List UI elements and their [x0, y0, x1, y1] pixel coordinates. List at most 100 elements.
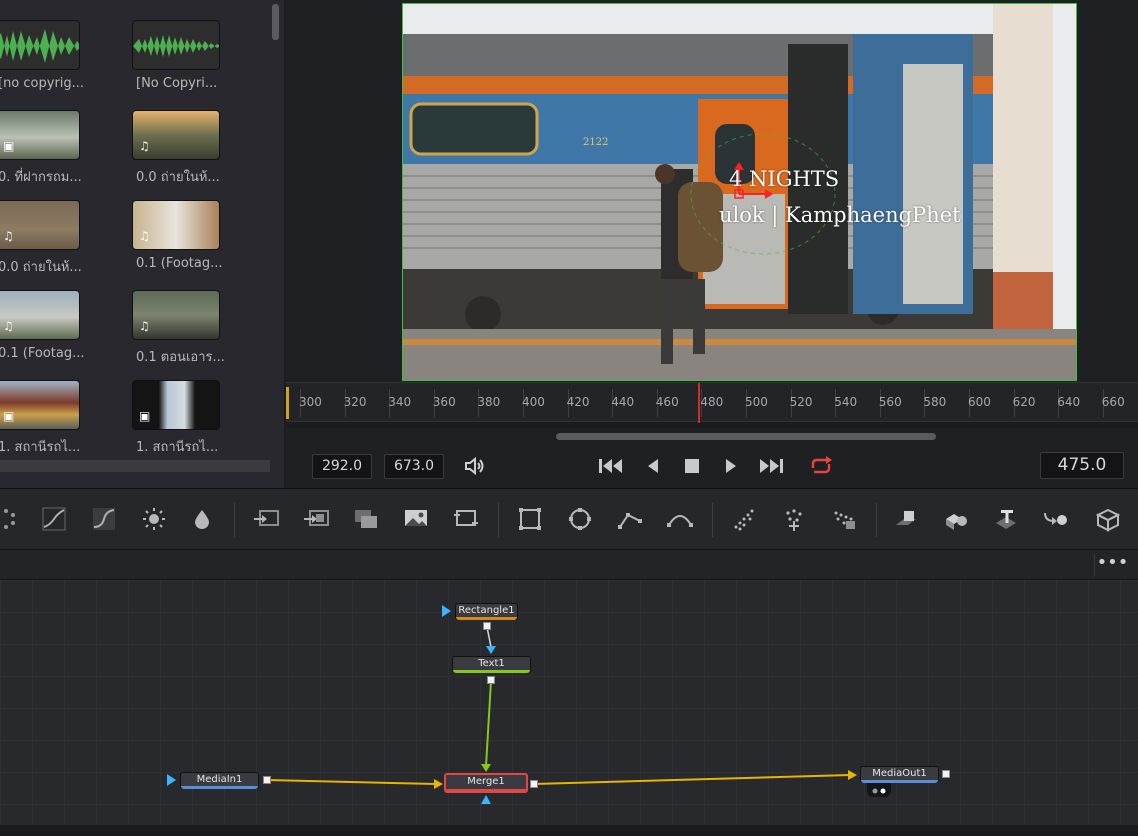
node-color-bar	[181, 786, 258, 789]
viewer-frame[interactable]: 2122 4 NIGHTS ulok | KamphaengPhet	[402, 3, 1077, 381]
clip-label: [No Copyri...	[136, 76, 218, 91]
ruler-tick-label: 500	[745, 395, 768, 409]
clip-label: 1. สถานีรถไ...	[0, 440, 81, 455]
node-editor-footer	[0, 825, 1138, 836]
node-editor-canvas[interactable]: Rectangle1 Text1 Merge1 MediaIn1 MediaOu…	[0, 580, 1138, 825]
fusion-tool-toolbar	[0, 488, 1138, 550]
fusion-page: [no copyrig... [No Copyri... ▣ 0. ที่ฝาก…	[0, 0, 1138, 836]
ruler-tick-label: 520	[789, 395, 813, 409]
more-options-button[interactable]: •••	[1094, 554, 1130, 576]
clip-label: 0.0 ถ่ายในห้...	[0, 260, 82, 275]
node-output-port[interactable]	[487, 676, 495, 684]
title-overlay-line2: ulok | KamphaengPhet	[719, 203, 961, 227]
color-curves-icon[interactable]	[40, 505, 68, 533]
clip-label: 0.1 (Footag...	[0, 346, 85, 361]
ruler-tick-label: 600	[968, 395, 991, 409]
text-3d-icon[interactable]	[992, 505, 1020, 533]
ruler-tick-label: 620	[1012, 395, 1036, 409]
node-text[interactable]: Text1	[452, 656, 531, 673]
audio-note-icon: ♫	[139, 319, 150, 333]
current-frame-field[interactable]: 475.0	[1040, 452, 1124, 479]
playhead[interactable]	[698, 383, 700, 423]
render-end-field[interactable]: 673.0	[384, 454, 444, 479]
clip-label: 0.1 ตอนเอาร...	[136, 350, 225, 365]
renderer-3d-icon[interactable]	[1094, 505, 1122, 533]
viewer-indicator-dots[interactable]	[867, 783, 891, 797]
ruler-tick-label: 440	[611, 395, 635, 409]
particle-emitter-icon[interactable]	[730, 505, 758, 533]
node-merge[interactable]: Merge1	[444, 773, 528, 793]
ruler-tick-label: 580	[923, 395, 947, 409]
audio-volume-icon[interactable]	[460, 452, 490, 480]
video-thumbnail: ♫	[0, 200, 80, 250]
particle-region-icon[interactable]	[830, 505, 858, 533]
media-pool-scrollbar-track[interactable]	[0, 460, 270, 472]
ruler-tick-label: 640	[1057, 395, 1081, 409]
stop-button[interactable]	[677, 452, 707, 480]
node-color-bar	[453, 670, 530, 673]
toolbar-separator	[876, 503, 877, 537]
go-to-start-button[interactable]	[596, 452, 626, 480]
node-links	[167, 605, 857, 804]
node-media-out[interactable]: MediaOut1	[860, 766, 939, 783]
merge-tool-icon[interactable]	[252, 505, 280, 533]
particle-render-icon[interactable]	[780, 505, 808, 533]
channel-booleans-icon[interactable]	[302, 505, 330, 533]
ruler-tick-label: 660	[1101, 395, 1125, 409]
ruler-tick-label: 380	[477, 395, 501, 409]
ruler-tick-label: 420	[566, 395, 590, 409]
ruler-tick-label: 480	[700, 395, 724, 409]
bspline-mask-icon[interactable]	[666, 505, 694, 533]
background-tool-icon[interactable]	[0, 505, 20, 533]
node-output-port[interactable]	[530, 780, 538, 788]
time-ruler[interactable]: 300 320 340 360 380 400 420 440 460 480 500 520 540 5…	[286, 382, 1138, 423]
brightness-contrast-curve-icon[interactable]	[90, 505, 118, 533]
media-pool-scrollbar[interactable]	[272, 4, 279, 40]
polygon-mask-icon[interactable]	[616, 505, 644, 533]
rectangle-mask-icon[interactable]	[516, 505, 544, 533]
node-output-port[interactable]	[942, 770, 950, 778]
image-plane-3d-icon[interactable]	[892, 505, 920, 533]
video-thumbnail: ♫	[132, 200, 220, 250]
ruler-start-marker	[286, 387, 289, 419]
node-rectangle[interactable]: Rectangle1	[455, 603, 518, 620]
play-forward-button[interactable]	[716, 452, 746, 480]
merge-3d-icon[interactable]	[1042, 505, 1070, 533]
image-icon: ▣	[3, 139, 15, 153]
clip-label: 0.1 (Footag...	[136, 256, 223, 271]
viewer-scrollbar-track[interactable]	[286, 428, 1138, 444]
shape-3d-icon[interactable]	[942, 505, 970, 533]
ellipse-mask-icon[interactable]	[566, 505, 594, 533]
node-output-port[interactable]	[263, 776, 271, 784]
video-thumbnail: ♫	[132, 290, 220, 340]
ruler-tick-label: 560	[878, 395, 902, 409]
video-thumbnail: ♫	[0, 290, 80, 340]
ruler-tick-label: 540	[834, 395, 858, 409]
clip-label: 0.0 ถ่ายในห้...	[136, 170, 220, 185]
transform-icon[interactable]	[452, 505, 480, 533]
audio-waveform-thumbnail	[0, 20, 80, 70]
node-media-in[interactable]: MediaIn1	[180, 772, 259, 789]
toolbar-separator	[234, 503, 235, 537]
node-color-bar	[456, 617, 517, 620]
node-editor-header: •••	[0, 550, 1138, 580]
image-tool-icon[interactable]	[402, 505, 430, 533]
video-thumbnail: ♫	[132, 110, 220, 160]
video-thumbnail: ▣	[132, 380, 220, 430]
node-rectangle-label: Rectangle1	[458, 605, 515, 616]
play-reverse-button[interactable]	[638, 452, 668, 480]
clip-label: 1. สถานีรถไ...	[136, 440, 219, 455]
matte-control-icon[interactable]	[352, 505, 380, 533]
node-output-port[interactable]	[483, 622, 491, 630]
loop-icon[interactable]	[806, 452, 836, 480]
clip-label: [no copyrig...	[0, 76, 85, 91]
ruler-tick-label: 400	[522, 395, 545, 409]
brightness-icon[interactable]	[140, 505, 168, 533]
viewer-scrollbar-thumb[interactable]	[556, 433, 936, 440]
ruler-tick-label: 460	[655, 395, 679, 409]
go-to-end-button[interactable]	[756, 452, 786, 480]
render-start-field[interactable]: 292.0	[312, 454, 372, 479]
blur-drop-icon[interactable]	[188, 505, 216, 533]
transport-bar: 292.0 673.0 475.0	[286, 444, 1138, 488]
image-icon: ▣	[139, 409, 151, 423]
